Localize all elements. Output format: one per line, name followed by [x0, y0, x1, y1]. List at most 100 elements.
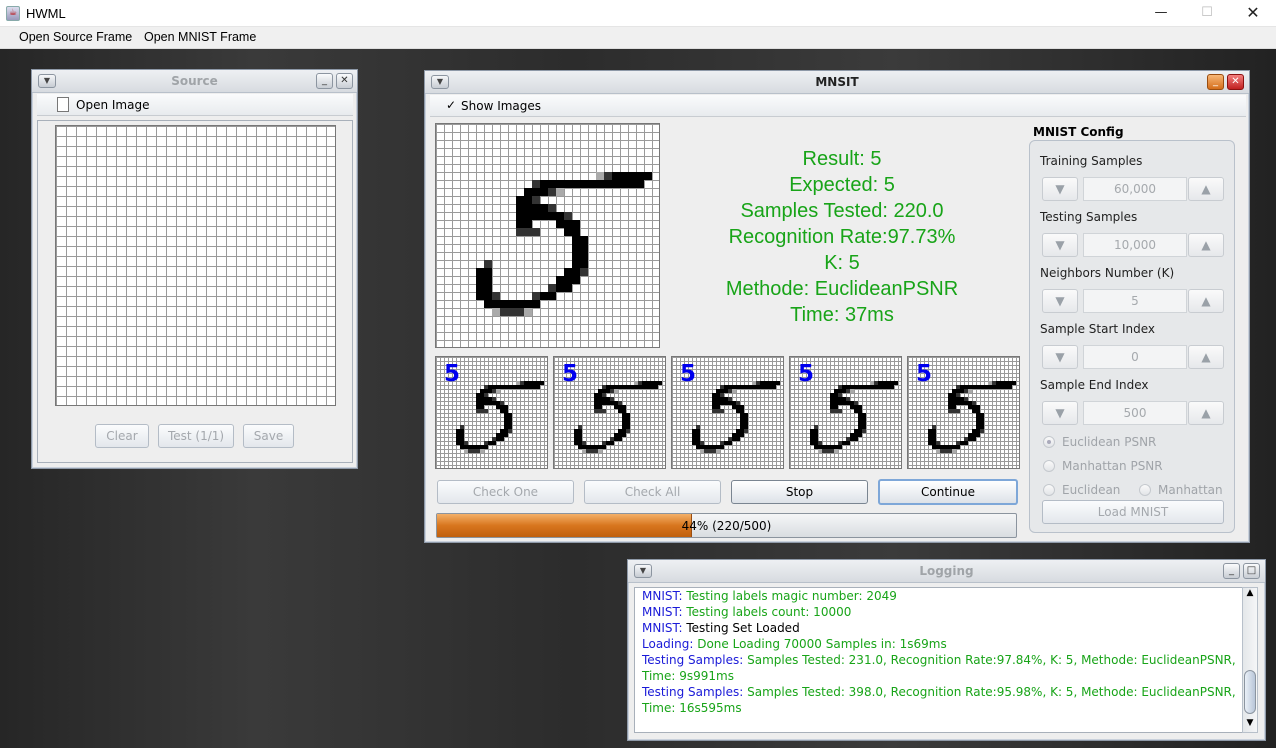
decrement-icon[interactable]: ▼ [1042, 177, 1078, 201]
decrement-icon[interactable]: ▼ [1042, 289, 1078, 313]
decrement-icon[interactable]: ▼ [1042, 345, 1078, 369]
euclidean-radio[interactable] [1043, 484, 1055, 496]
digit-pixel [838, 445, 842, 449]
digit-pixel [622, 433, 626, 437]
digit-pixel [532, 300, 540, 308]
euclidean-psnr-label: Euclidean PSNR [1062, 435, 1157, 449]
digit-pixel [580, 236, 588, 244]
stop-button[interactable]: Stop [731, 480, 868, 504]
digit-pixel [776, 381, 780, 385]
check-all-button[interactable]: Check All [584, 480, 721, 504]
close-icon[interactable]: ✕ [1230, 0, 1276, 27]
manhattan-radio[interactable] [1139, 484, 1151, 496]
digit-pixel [580, 252, 588, 260]
maximize-icon[interactable]: ☐ [1184, 0, 1230, 27]
digit-pixel [732, 389, 736, 393]
digit-pixel [572, 228, 580, 236]
minimize-icon[interactable]: _ [1207, 74, 1224, 90]
digit-pixel [476, 276, 484, 284]
menu-open-source-frame[interactable]: Open Source Frame [19, 30, 132, 44]
load-mnist-button[interactable]: Load MNIST [1042, 500, 1224, 524]
digit-pixel [618, 437, 622, 441]
digit-pixel [850, 389, 854, 393]
digit-pixel [588, 180, 596, 188]
digit-pixel [484, 445, 488, 449]
neighbors-number-field[interactable]: 5 [1083, 289, 1187, 313]
log-text-area[interactable]: MNIST: Testing labels magic number: 2049… [634, 587, 1246, 733]
neighbor-label: 5 [680, 361, 697, 387]
digit-pixel [728, 441, 732, 445]
maximize-icon[interactable]: □ [1243, 563, 1260, 579]
check-one-button[interactable]: Check One [437, 480, 574, 504]
digit-pixel [628, 172, 636, 180]
digit-pixel [890, 385, 894, 389]
testing-samples-field[interactable]: 10,000 [1083, 233, 1187, 257]
neighbor-label: 5 [798, 361, 815, 387]
save-button[interactable]: Save [243, 424, 294, 448]
minimize-icon[interactable]: — [1138, 0, 1184, 27]
digit-pixel [556, 188, 564, 196]
mnist-titlebar[interactable]: ▼ MNSIT _ ✕ [425, 71, 1249, 94]
menu-open-mnist-frame[interactable]: Open MNIST Frame [144, 30, 256, 44]
digit-pixel [834, 449, 838, 453]
manhattan-psnr-radio[interactable] [1043, 460, 1055, 472]
digit-pixel [952, 449, 956, 453]
log-message: Testing labels magic number: 2049 [686, 589, 897, 603]
digit-pixel [612, 180, 620, 188]
sample-start-index-label: Sample Start Index [1040, 322, 1155, 336]
digit-pixel [572, 220, 580, 228]
increment-icon[interactable]: ▲ [1188, 177, 1224, 201]
close-icon[interactable]: ✕ [336, 73, 353, 89]
scroll-thumb[interactable] [1244, 670, 1256, 714]
digit-pixel [476, 268, 484, 276]
sample-start-index-field[interactable]: 0 [1083, 345, 1187, 369]
digit-pixel [524, 220, 532, 228]
log-scrollbar[interactable]: ▲ ▼ [1242, 587, 1258, 733]
minimize-icon[interactable]: _ [316, 73, 333, 89]
log-line: Loading: Done Loading 70000 Samples in: … [642, 636, 1245, 652]
recognition-rate-text: Recognition Rate:97.73% [728, 226, 956, 248]
logging-titlebar[interactable]: ▼ Logging _ □ [628, 560, 1265, 583]
digit-pixel [556, 284, 564, 292]
training-samples-field[interactable]: 60,000 [1083, 177, 1187, 201]
close-icon[interactable]: ✕ [1227, 74, 1244, 90]
show-images-toggle[interactable]: Show Images [461, 99, 541, 113]
digit-pixel [964, 441, 968, 445]
digit-pixel [612, 172, 620, 180]
test-button[interactable]: Test (1/1) [158, 424, 234, 448]
app-title: HWML [26, 6, 66, 21]
continue-button[interactable]: Continue [878, 479, 1018, 505]
current-digit-grid [435, 123, 660, 348]
digit-pixel [532, 204, 540, 212]
sample-end-index-field[interactable]: 500 [1083, 401, 1187, 425]
digit-pixel [740, 433, 744, 437]
source-title: Source [171, 74, 218, 88]
increment-icon[interactable]: ▲ [1188, 233, 1224, 257]
digit-pixel [484, 260, 492, 268]
increment-icon[interactable]: ▲ [1188, 289, 1224, 313]
log-line: MNIST: Testing labels magic number: 2049 [642, 588, 1245, 604]
digit-pixel [500, 300, 508, 308]
digit-pixel [620, 172, 628, 180]
source-titlebar[interactable]: ▼ Source _ ✕ [32, 70, 357, 93]
digit-pixel [540, 180, 548, 188]
decrement-icon[interactable]: ▼ [1042, 401, 1078, 425]
digit-pixel [508, 308, 516, 316]
scroll-up-icon[interactable]: ▲ [1244, 588, 1256, 602]
digit-pixel [492, 308, 500, 316]
euclidean-psnr-radio[interactable] [1043, 436, 1055, 448]
log-message: Testing labels count: 10000 [686, 605, 852, 619]
increment-icon[interactable]: ▲ [1188, 345, 1224, 369]
digit-pixel [572, 260, 580, 268]
source-drawing-grid[interactable] [55, 125, 336, 406]
digit-pixel [532, 292, 540, 300]
minimize-icon[interactable]: _ [1223, 563, 1240, 579]
increment-icon[interactable]: ▲ [1188, 401, 1224, 425]
clear-button[interactable]: Clear [95, 424, 149, 448]
digit-pixel [564, 220, 572, 228]
digit-pixel [894, 381, 898, 385]
scroll-down-icon[interactable]: ▼ [1244, 718, 1256, 732]
decrement-icon[interactable]: ▼ [1042, 233, 1078, 257]
neighbor-label: 5 [444, 361, 461, 387]
open-image-button[interactable]: Open Image [76, 98, 149, 112]
